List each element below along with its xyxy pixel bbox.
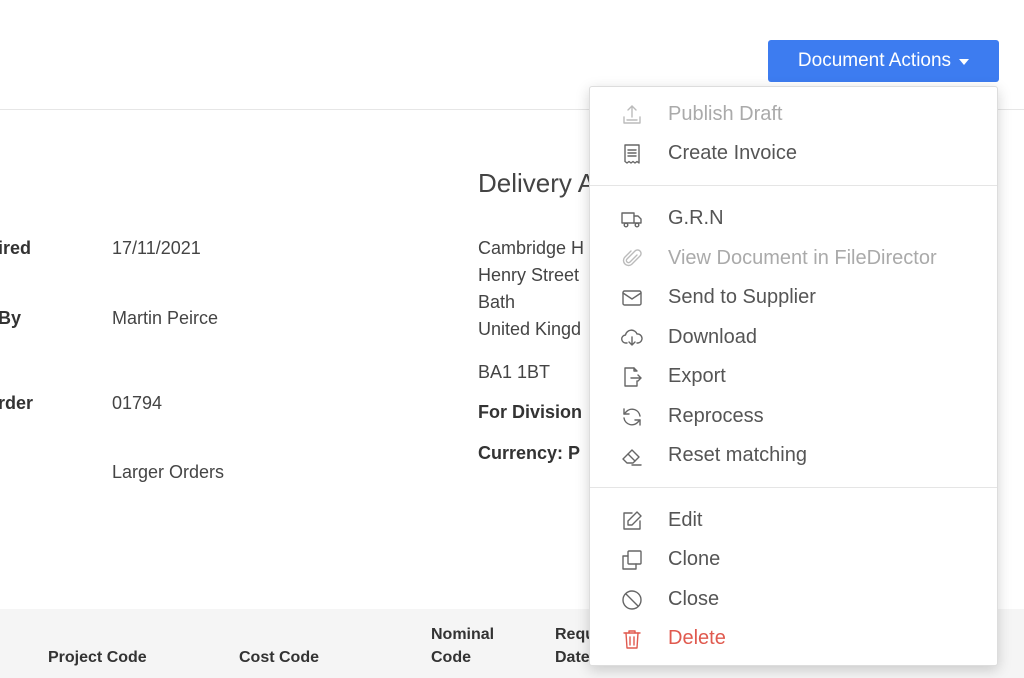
menu-item-view-filedirector[interactable]: View Document in FileDirector <box>590 239 997 278</box>
category-value: Larger Orders <box>112 462 225 482</box>
menu-divider <box>590 185 997 186</box>
file-export-icon <box>620 365 644 389</box>
address-postcode: BA1 1BT <box>478 362 551 382</box>
address-line-4: United Kingd <box>478 319 582 339</box>
trash-icon <box>620 627 644 651</box>
order-label: rder <box>0 393 34 413</box>
edit-icon <box>620 509 644 533</box>
menu-item-download[interactable]: Download <box>590 318 997 357</box>
required-date-label: ired <box>0 238 32 258</box>
menu-item-label: Reprocess <box>668 405 764 427</box>
order-value: 01794 <box>112 393 163 413</box>
address-line-2: Henry Street <box>478 265 580 285</box>
required-date-value: 17/11/2021 <box>112 238 201 258</box>
menu-item-label: G.R.N <box>668 207 724 229</box>
requested-by-label: By <box>0 308 22 328</box>
menu-item-edit[interactable]: Edit <box>590 501 997 540</box>
menu-item-label: Download <box>668 326 757 348</box>
copy-icon <box>620 548 644 572</box>
delivery-address-title: Delivery A <box>478 168 596 198</box>
document-actions-menu: Publish Draft Create Invoice G.R.N View … <box>589 86 998 666</box>
menu-item-label: Send to Supplier <box>668 286 816 308</box>
menu-item-export[interactable]: Export <box>590 357 997 396</box>
truck-icon <box>620 207 644 231</box>
menu-divider <box>590 487 997 488</box>
eraser-icon <box>620 444 644 468</box>
col-nominal-code[interactable]: Nominal Code <box>431 623 494 669</box>
address-line-1: Cambridge H <box>478 238 585 258</box>
menu-item-reset-matching[interactable]: Reset matching <box>590 436 997 475</box>
menu-item-label: Reset matching <box>668 444 807 466</box>
menu-item-send-to-supplier[interactable]: Send to Supplier <box>590 278 997 317</box>
document-actions-button[interactable]: Document Actions <box>768 40 999 82</box>
menu-item-clone[interactable]: Clone <box>590 540 997 579</box>
refresh-icon <box>620 405 644 429</box>
caret-down-icon <box>959 59 970 65</box>
cloud-download-icon <box>620 326 644 350</box>
document-actions-label: Document Actions <box>797 50 952 71</box>
menu-item-label: Delete <box>668 627 726 649</box>
col-nominal-line1: Nominal <box>431 626 495 643</box>
menu-item-label: Clone <box>668 548 721 570</box>
col-cost-code[interactable]: Cost Code <box>239 646 319 669</box>
paperclip-icon <box>620 247 644 271</box>
requested-by-value: Martin Peirce <box>112 308 219 328</box>
menu-item-label: Export <box>668 365 726 387</box>
ban-icon <box>620 588 644 612</box>
menu-item-label: Edit <box>668 509 703 531</box>
for-division-label: For Division <box>478 402 583 422</box>
receipt-icon <box>620 142 644 166</box>
menu-item-grn[interactable]: G.R.N <box>590 199 997 238</box>
menu-item-label: Create Invoice <box>668 142 797 164</box>
menu-item-close[interactable]: Close <box>590 580 997 619</box>
currency-label: Currency: P <box>478 443 581 463</box>
col-project-code[interactable]: Project Code <box>48 646 147 669</box>
menu-item-reprocess[interactable]: Reprocess <box>590 397 997 436</box>
menu-item-label: Publish Draft <box>668 103 783 125</box>
col-nominal-line2: Code <box>431 649 471 666</box>
menu-item-delete[interactable]: Delete <box>590 619 997 658</box>
menu-item-label: View Document in FileDirector <box>668 247 937 269</box>
menu-item-publish-draft[interactable]: Publish Draft <box>590 95 997 134</box>
menu-item-label: Close <box>668 588 720 610</box>
menu-item-create-invoice[interactable]: Create Invoice <box>590 134 997 173</box>
upload-icon <box>620 103 644 127</box>
address-line-3: Bath <box>478 292 516 312</box>
envelope-icon <box>620 286 644 310</box>
